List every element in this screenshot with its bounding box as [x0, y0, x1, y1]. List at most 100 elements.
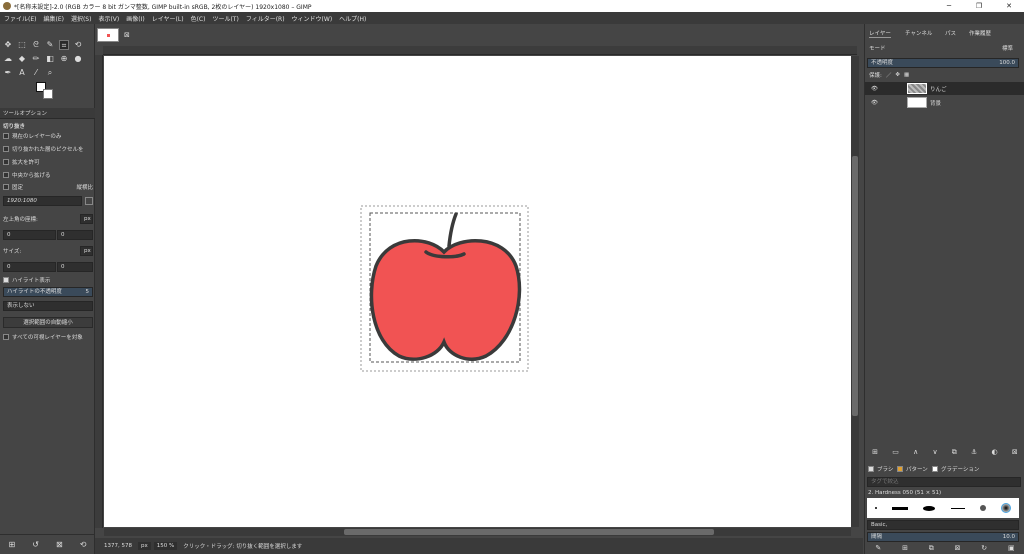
- raise-layer-icon[interactable]: ∧: [913, 448, 918, 456]
- spacing-slider[interactable]: 間隔 10.0: [867, 532, 1019, 542]
- checkbox-checked[interactable]: [3, 277, 9, 283]
- paintbrush-tool-icon[interactable]: ✏: [31, 54, 41, 64]
- checkbox[interactable]: [3, 172, 9, 178]
- brush-tag-filter[interactable]: タグで絞込: [867, 477, 1021, 487]
- zoom-tool-icon[interactable]: ⌕: [45, 68, 55, 78]
- mask-layer-icon[interactable]: ◐: [992, 448, 998, 456]
- background-color-swatch[interactable]: [43, 89, 53, 99]
- position-y-input[interactable]: 0: [57, 230, 93, 240]
- tab-patterns[interactable]: パターン: [897, 464, 928, 474]
- checkbox[interactable]: [3, 334, 9, 340]
- lock-alpha-icon[interactable]: ▦: [904, 72, 909, 78]
- unified-transform-tool-icon[interactable]: ⟲: [73, 40, 83, 50]
- eraser-tool-icon[interactable]: ◧: [45, 54, 55, 64]
- crop-tool-icon[interactable]: ⌗: [59, 40, 69, 50]
- restore-options-icon[interactable]: ↺: [32, 540, 39, 549]
- autoshrink-button[interactable]: 選択範囲の自動縮小: [3, 317, 93, 328]
- menu-view[interactable]: 表示(V): [98, 14, 119, 23]
- lasso-tool-icon[interactable]: ᘓ: [31, 40, 41, 50]
- ratio-reset-icon[interactable]: [85, 197, 93, 205]
- restore-icon[interactable]: ❐: [964, 0, 994, 12]
- option-fixed[interactable]: 固定 縦横比: [3, 182, 93, 192]
- rect-select-tool-icon[interactable]: ⬚: [17, 40, 27, 50]
- eye-icon[interactable]: 👁: [871, 100, 895, 106]
- menu-image[interactable]: 画像(I): [126, 14, 144, 23]
- text-tool-icon[interactable]: A: [17, 68, 27, 78]
- layer-row-apple[interactable]: 👁 りんご: [865, 82, 1024, 95]
- canvas[interactable]: [104, 56, 851, 527]
- menu-help[interactable]: ヘルプ(H): [339, 14, 366, 23]
- tab-layers[interactable]: レイヤー: [869, 28, 891, 38]
- option-delete-cropped[interactable]: 切り抜かれた層のピクセルを: [3, 144, 84, 154]
- layer-name[interactable]: りんご: [930, 85, 947, 93]
- size-h-input[interactable]: 0: [57, 262, 93, 272]
- tab-undo-history[interactable]: 作業履歴: [969, 28, 991, 38]
- duplicate-brush-icon[interactable]: ⧉: [929, 544, 934, 553]
- close-icon[interactable]: ✕: [994, 0, 1024, 12]
- menu-select[interactable]: 選択(S): [71, 14, 92, 23]
- option-allow-growing[interactable]: 拡大を許可: [3, 157, 40, 167]
- brush-preview[interactable]: [923, 505, 936, 511]
- eye-icon[interactable]: 👁: [871, 86, 895, 92]
- menu-colors[interactable]: 色(C): [191, 14, 206, 23]
- checkbox[interactable]: [3, 133, 9, 139]
- vertical-scrollbar-thumb[interactable]: [852, 156, 858, 416]
- smudge-tool-icon[interactable]: ●: [73, 54, 83, 64]
- guides-select[interactable]: 表示しない: [3, 301, 93, 311]
- vertical-scrollbar[interactable]: [851, 56, 859, 527]
- tab-gradients[interactable]: グラデーション: [932, 464, 979, 474]
- size-w-input[interactable]: 0: [3, 262, 56, 272]
- fuzzy-select-tool-icon[interactable]: ✎: [45, 40, 55, 50]
- menu-windows[interactable]: ウィンドウ(W): [292, 14, 333, 23]
- aspect-ratio-input[interactable]: 1920:1080: [3, 196, 82, 206]
- delete-options-icon[interactable]: ⊠: [56, 540, 63, 549]
- tool-options-tab[interactable]: ツールオプション: [0, 108, 95, 119]
- brush-preview-selected[interactable]: [1001, 503, 1012, 513]
- menu-file[interactable]: ファイル(E): [4, 14, 36, 23]
- brush-preview[interactable]: [950, 507, 965, 509]
- lower-layer-icon[interactable]: ∨: [932, 448, 937, 456]
- delete-layer-icon[interactable]: ⊠: [1012, 448, 1018, 456]
- delete-brush-icon[interactable]: ⊠: [955, 544, 961, 552]
- paths-tool-icon[interactable]: ✒: [3, 68, 13, 78]
- menu-filters[interactable]: フィルター(R): [246, 14, 285, 23]
- brush-preset-select[interactable]: Basic,: [867, 520, 1019, 530]
- menu-edit[interactable]: 編集(E): [43, 14, 63, 23]
- lock-position-icon[interactable]: ✥: [895, 72, 900, 78]
- new-group-icon[interactable]: ▭: [892, 448, 899, 456]
- option-expand-from-center[interactable]: 中央から拡げる: [3, 170, 51, 180]
- color-picker-tool-icon[interactable]: ⁄: [31, 68, 41, 78]
- option-highlight[interactable]: ハイライト表示: [3, 275, 50, 285]
- brush-preview[interactable]: [874, 507, 877, 509]
- open-brush-icon[interactable]: ▣: [1008, 544, 1015, 552]
- refresh-brushes-icon[interactable]: ↻: [981, 544, 987, 552]
- opacity-slider[interactable]: 不透明度 100.0: [867, 58, 1019, 68]
- menu-layer[interactable]: レイヤー(L): [152, 14, 184, 23]
- brush-preview[interactable]: [891, 506, 908, 510]
- option-shrink-merged[interactable]: すべての可視レイヤーを対象: [3, 332, 83, 342]
- new-layer-icon[interactable]: ⊞: [872, 448, 878, 456]
- reset-options-icon[interactable]: ⟲: [80, 540, 87, 549]
- horizontal-scrollbar[interactable]: [104, 528, 851, 536]
- option-current-layer-only[interactable]: 現在のレイヤーのみ: [3, 131, 61, 141]
- fixed-mode-select[interactable]: 縦横比: [76, 183, 93, 191]
- position-x-input[interactable]: 0: [3, 230, 56, 240]
- layer-name[interactable]: 背景: [930, 99, 941, 107]
- save-options-icon[interactable]: ⊞: [9, 540, 16, 549]
- checkbox[interactable]: [3, 184, 9, 190]
- move-tool-icon[interactable]: ✥: [3, 40, 13, 50]
- lock-pixels-icon[interactable]: ／: [886, 71, 892, 79]
- tab-brushes[interactable]: ブラシ: [868, 464, 893, 474]
- minimize-icon[interactable]: ─: [934, 0, 964, 12]
- highlight-opacity-slider[interactable]: ハイライトの不透明度 5: [3, 287, 93, 297]
- anchor-layer-icon[interactable]: ⚓: [971, 448, 977, 456]
- menu-tools[interactable]: ツール(T): [212, 14, 238, 23]
- unit-select[interactable]: px: [138, 542, 151, 550]
- tab-channels[interactable]: チャンネル: [905, 28, 932, 38]
- size-unit-select[interactable]: px: [80, 246, 93, 256]
- tab-paths[interactable]: パス: [945, 28, 956, 38]
- mode-select[interactable]: 標準: [1002, 44, 1013, 52]
- new-brush-icon[interactable]: ⊞: [902, 544, 908, 552]
- brush-grid[interactable]: [867, 498, 1019, 518]
- checkbox[interactable]: [3, 159, 9, 165]
